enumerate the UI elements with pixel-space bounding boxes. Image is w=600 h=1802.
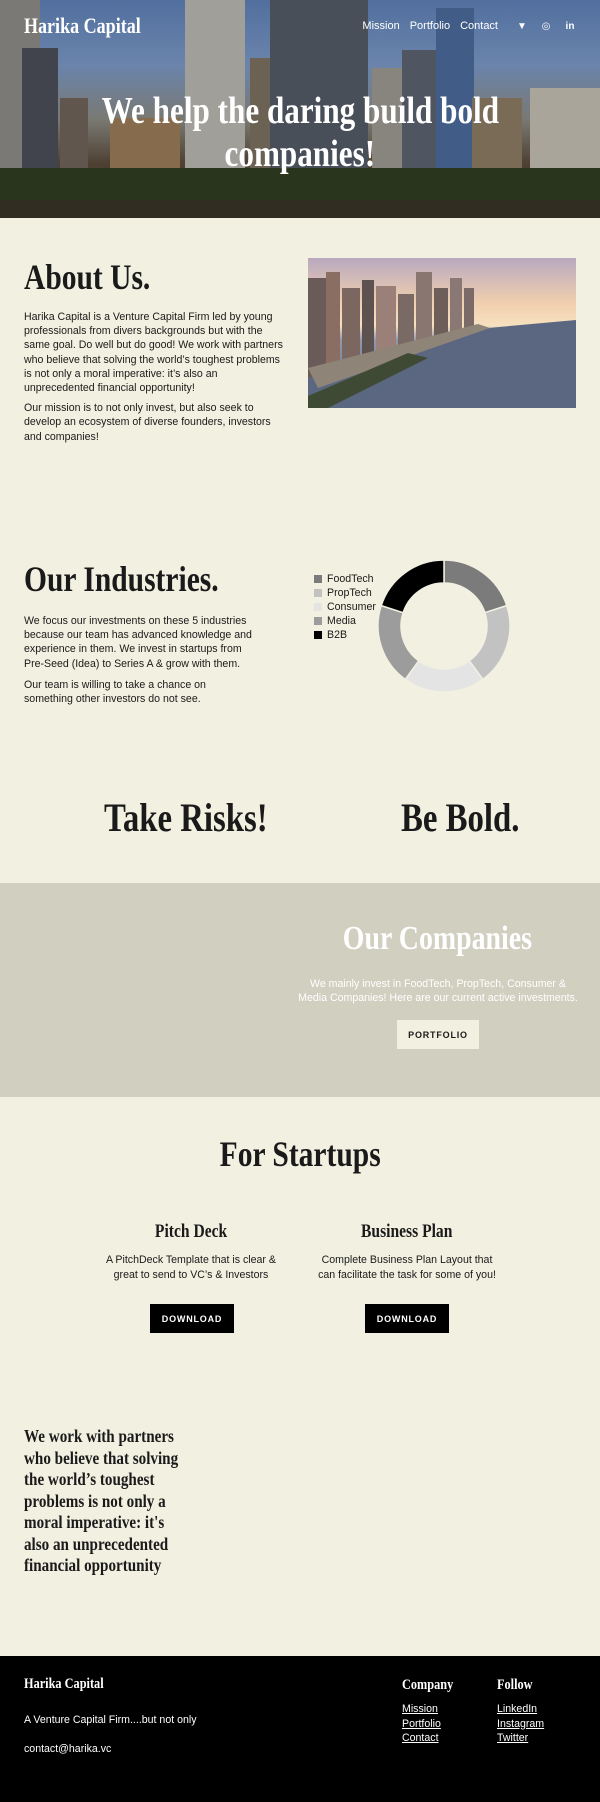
footer-link-instagram[interactable]: Instagram [497, 1717, 544, 1732]
industries-paragraph-1: We focus our investments on these 5 indu… [24, 615, 252, 670]
companies-title: Our Companies [342, 920, 532, 957]
nav-mission[interactable]: Mission [362, 20, 399, 32]
about-section: About Us. Harika Capital is a Venture Ca… [0, 218, 600, 496]
business-plan-title: Business Plan [361, 1221, 453, 1242]
about-photo [308, 258, 576, 408]
footer-tagline: A Venture Capital Firm....but not only [24, 1714, 197, 1726]
instagram-icon[interactable]: ◎ [540, 21, 552, 32]
nav-portfolio[interactable]: Portfolio [410, 20, 450, 32]
legend-label: Media [327, 615, 356, 627]
footer-company-column: Company Mission Portfolio Contact [402, 1676, 465, 1746]
legend-swatch [314, 575, 322, 583]
startups-title: For Startups [219, 1134, 381, 1174]
motto-be-bold: Be Bold. [401, 795, 520, 840]
main-nav: Mission Portfolio Contact ▼ ◎ in [362, 20, 576, 32]
industries-text: We focus our investments on these 5 indu… [24, 614, 254, 713]
quote-text: We work with partners who believe that s… [24, 1426, 179, 1575]
site-header: Harika Capital Mission Portfolio Contact… [0, 0, 600, 52]
about-text: Harika Capital is a Venture Capital Firm… [24, 310, 286, 450]
industries-title: Our Industries. [24, 559, 219, 599]
donut-slice-consumer [404, 659, 484, 693]
legend-item-foodtech: FoodTech [314, 572, 376, 586]
brand-logo[interactable]: Harika Capital [24, 13, 141, 39]
chart-legend: FoodTech PropTech Consumer Media B2B [314, 572, 376, 642]
hero-title: We help the daring build bold companies! [0, 90, 600, 176]
business-plan-card: Business Plan Complete Business Plan Lay… [312, 1221, 502, 1282]
social-links: ▼ ◎ in [516, 21, 576, 32]
industries-paragraph-2: Our team is willing to take a chance on … [24, 678, 206, 706]
companies-text: We mainly invest in FoodTech, PropTech, … [298, 978, 578, 1004]
hero-section: Harika Capital Mission Portfolio Contact… [0, 0, 600, 218]
nav-contact[interactable]: Contact [460, 20, 498, 32]
pitch-deck-card: Pitch Deck A PitchDeck Template that is … [96, 1221, 286, 1282]
legend-swatch [314, 603, 322, 611]
footer-link-twitter[interactable]: Twitter [497, 1731, 544, 1746]
about-paragraph-1: Harika Capital is a Venture Capital Firm… [24, 311, 283, 395]
pitch-deck-title: Pitch Deck [154, 1221, 228, 1242]
footer-company-title: Company [402, 1677, 454, 1693]
business-plan-text: Complete Business Plan Layout that can f… [318, 1254, 496, 1281]
companies-section: Our Companies We mainly invest in FoodTe… [0, 883, 600, 1097]
linkedin-icon[interactable]: in [564, 21, 576, 32]
donut-slice-foodtech [443, 559, 508, 614]
motto-take-risks: Take Risks! [103, 795, 268, 840]
hero-title-line1: We help the daring build bold [101, 90, 499, 132]
legend-swatch [314, 589, 322, 597]
legend-label: Consumer [327, 601, 376, 613]
legend-label: B2B [327, 629, 348, 641]
twitter-icon[interactable]: ▼ [516, 21, 528, 32]
footer-follow-column: Follow LinkedIn Instagram Twitter [497, 1676, 544, 1746]
footer-email[interactable]: contact@harika.vc [24, 1743, 111, 1755]
legend-label: FoodTech [327, 573, 374, 585]
footer-link-contact[interactable]: Contact [402, 1731, 465, 1746]
legend-item-proptech: PropTech [314, 586, 376, 600]
pitch-deck-text: A PitchDeck Template that is clear & gre… [106, 1254, 276, 1281]
legend-label: PropTech [327, 587, 372, 599]
pitch-deck-download-button[interactable]: DOWNLOAD [150, 1304, 234, 1333]
business-plan-download-button[interactable]: DOWNLOAD [365, 1304, 449, 1333]
portfolio-button[interactable]: PORTFOLIO [397, 1020, 479, 1049]
footer-link-portfolio[interactable]: Portfolio [402, 1717, 465, 1732]
footer-follow-title: Follow [497, 1677, 533, 1693]
donut-slice-media [377, 604, 420, 681]
startups-section: For Startups Pitch Deck A PitchDeck Temp… [0, 1097, 600, 1369]
about-title: About Us. [24, 257, 151, 297]
industries-donut-chart [377, 559, 511, 693]
footer-link-mission[interactable]: Mission [402, 1702, 465, 1717]
legend-item-media: Media [314, 614, 376, 628]
footer-brand: Harika Capital [24, 1676, 104, 1692]
legend-swatch [314, 631, 322, 639]
site-footer: Harika Capital A Venture Capital Firm...… [0, 1656, 600, 1802]
donut-slice-b2b [380, 559, 445, 614]
legend-swatch [314, 617, 322, 625]
legend-item-consumer: Consumer [314, 600, 376, 614]
industries-section: Our Industries. We focus our investments… [0, 496, 600, 766]
footer-link-linkedin[interactable]: LinkedIn [497, 1702, 544, 1717]
about-paragraph-2: Our mission is to not only invest, but a… [24, 402, 271, 443]
motto-section: Take Risks! Be Bold. [0, 766, 600, 883]
quote-section: We work with partners who believe that s… [0, 1369, 600, 1656]
hero-title-line2: companies! [224, 133, 376, 175]
legend-item-b2b: B2B [314, 628, 376, 642]
